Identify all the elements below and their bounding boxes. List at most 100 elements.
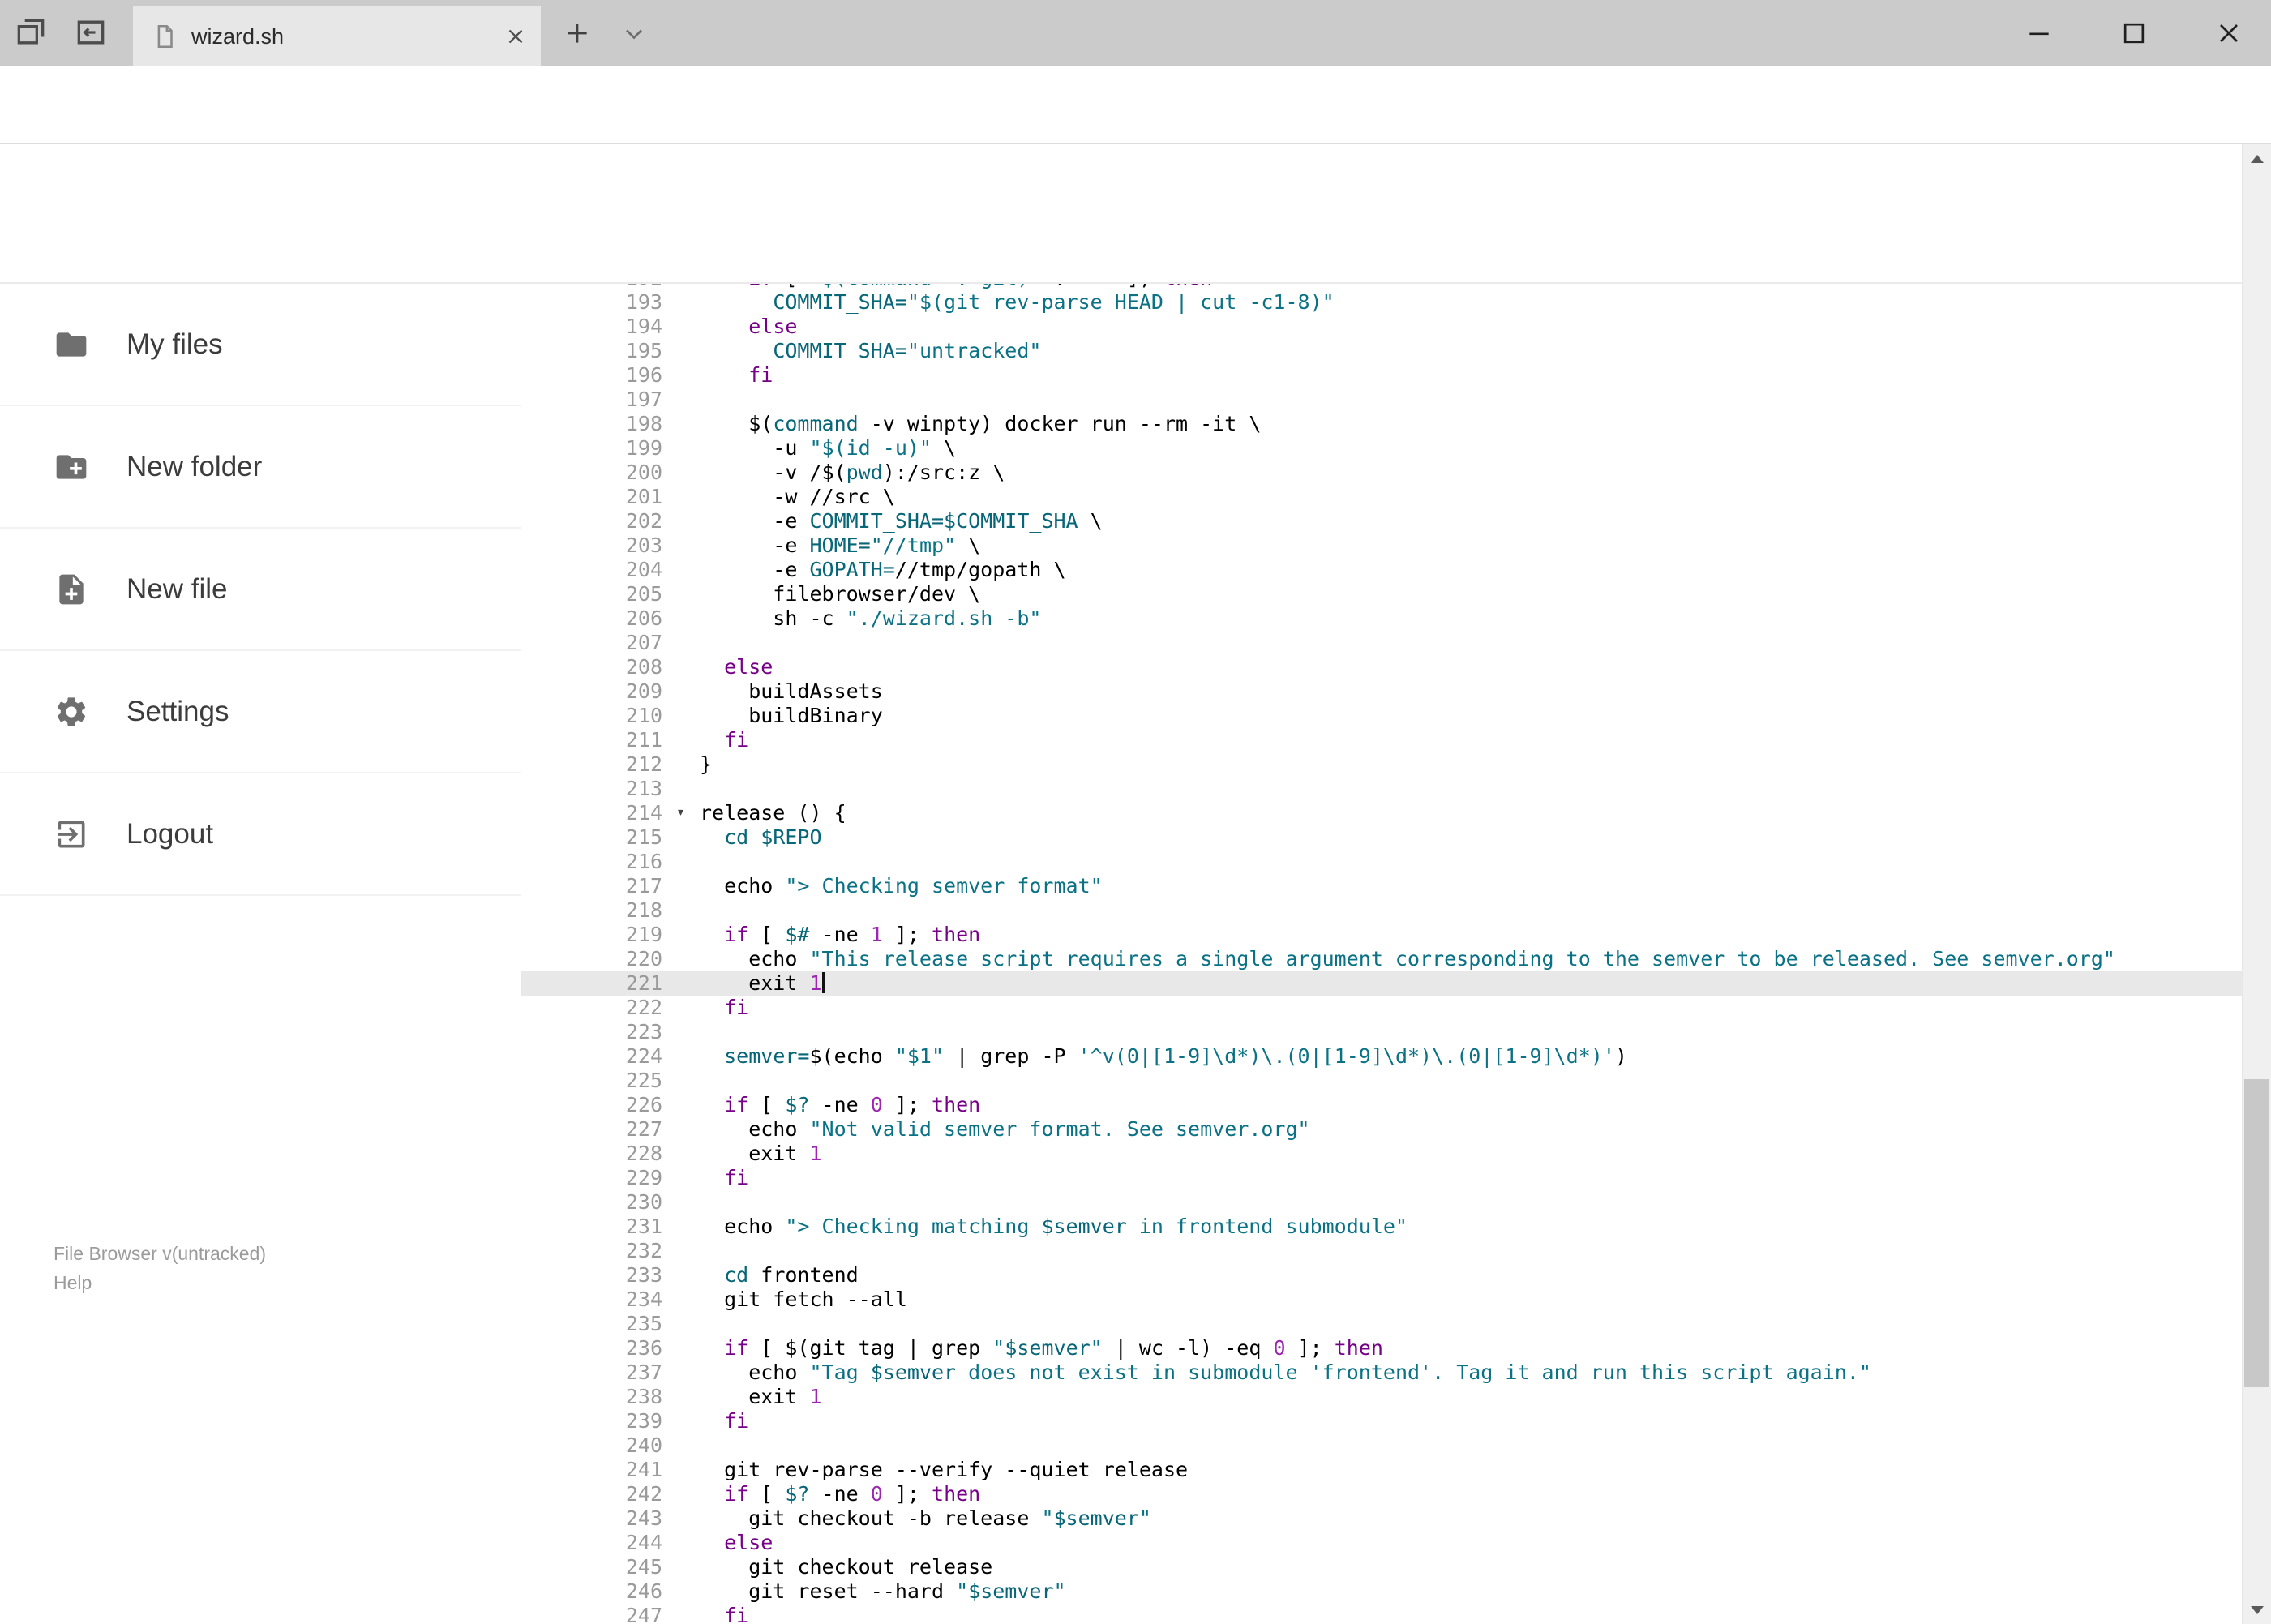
code-line[interactable]: 223 — [521, 1020, 2243, 1044]
code-text: } — [700, 752, 713, 776]
code-line[interactable]: 209 buildAssets — [521, 679, 2243, 704]
maximize-button[interactable] — [2096, 0, 2172, 66]
code-line[interactable]: 229 fi — [521, 1166, 2243, 1190]
line-number: 240 — [625, 1433, 662, 1457]
code-line[interactable]: 211 fi — [521, 728, 2243, 752]
close-window-button[interactable] — [2191, 0, 2267, 66]
code-line[interactable]: 242 if [ $? -ne 0 ]; then — [521, 1482, 2243, 1506]
code-line[interactable]: 221 exit 1 — [521, 971, 2243, 996]
code-line[interactable]: 231 echo "> Checking matching $semver in… — [521, 1215, 2243, 1239]
code-line[interactable]: 210 buildBinary — [521, 704, 2243, 728]
sidebar-item-my-files[interactable]: My files — [0, 284, 521, 406]
code-line[interactable]: 230 — [521, 1190, 2243, 1215]
code-line[interactable]: 197 — [521, 388, 2243, 412]
code-line[interactable]: 194 else — [521, 315, 2243, 339]
code-line[interactable]: 227 echo "Not valid semver format. See s… — [521, 1117, 2243, 1142]
code-line[interactable]: 202 -e COMMIT_SHA=$COMMIT_SHA \ — [521, 509, 2243, 533]
line-number: 224 — [625, 1044, 662, 1068]
sidebar-item-new-file[interactable]: New file — [0, 529, 521, 651]
code-line[interactable]: 204 -e GOPATH=//tmp/gopath \ — [521, 558, 2243, 582]
code-line[interactable]: 232 — [521, 1239, 2243, 1263]
code-line[interactable]: 218 — [521, 898, 2243, 923]
sidebar-item-logout[interactable]: Logout — [0, 773, 521, 896]
scroll-thumb[interactable] — [2244, 1079, 2269, 1387]
code-line[interactable]: 208 else — [521, 655, 2243, 679]
code-line[interactable]: 235 — [521, 1312, 2243, 1336]
code-text: filebrowser/dev \ — [700, 582, 981, 606]
line-number: 247 — [625, 1604, 662, 1624]
tab-close-button[interactable] — [503, 24, 528, 49]
code-line[interactable]: 198 $(command -v winpty) docker run --rm… — [521, 412, 2243, 436]
line-number: 239 — [625, 1409, 662, 1433]
code-line[interactable]: 195 COMMIT_SHA="untracked" — [521, 339, 2243, 363]
code-line[interactable]: 215 cd $REPO — [521, 825, 2243, 850]
line-number: 220 — [625, 947, 662, 971]
help-link[interactable]: Help — [54, 1268, 266, 1297]
code-line[interactable]: 214 ▾ release () { — [521, 801, 2243, 825]
scrollbar[interactable] — [2242, 144, 2271, 1624]
code-text: else — [724, 1531, 773, 1554]
code-line[interactable]: 193 COMMIT_SHA="$(git rev-parse HEAD | c… — [521, 290, 2243, 315]
line-number: 233 — [625, 1263, 662, 1287]
code-line[interactable]: 213 — [521, 777, 2243, 801]
code-line[interactable]: 246 git reset --hard "$semver" — [521, 1579, 2243, 1604]
line-number: 199 — [625, 436, 662, 460]
code-line[interactable]: 228 exit 1 — [521, 1142, 2243, 1166]
down-arrow-icon — [2250, 1605, 2264, 1614]
code-line[interactable]: 241 git rev-parse --verify --quiet relea… — [521, 1458, 2243, 1482]
code-line[interactable]: 199 -u "$(id -u)" \ — [521, 436, 2243, 461]
code-line[interactable]: 243 git checkout -b release "$semver" — [521, 1506, 2243, 1531]
code-line[interactable]: 236 if [ $(git tag | grep "$semver" | wc… — [521, 1336, 2243, 1360]
tabs-set-aside-list-button[interactable] — [13, 15, 49, 50]
code-line[interactable]: 238 exit 1 — [521, 1385, 2243, 1409]
code-line[interactable]: 216 — [521, 850, 2243, 874]
code-line[interactable]: 200 -v /$(pwd):/src:z \ — [521, 461, 2243, 485]
code-line[interactable]: 237 echo "Tag $semver does not exist in … — [521, 1360, 2243, 1385]
code-line[interactable]: 233 cd frontend — [521, 1263, 2243, 1288]
code-line[interactable]: 203 -e HOME="//tmp" \ — [521, 533, 2243, 558]
line-number: 229 — [625, 1166, 662, 1189]
new-tab-button[interactable] — [561, 17, 593, 49]
code-line[interactable]: 207 — [521, 631, 2243, 655]
code-line[interactable]: 240 — [521, 1433, 2243, 1458]
code-line[interactable]: 226 if [ $? -ne 0 ]; then — [521, 1093, 2243, 1117]
code-editor[interactable]: 192 if [ "$(command -v git)" != "" ]; th… — [521, 284, 2243, 1624]
browser-tab[interactable]: wizard.sh — [133, 6, 541, 66]
sidebar-item-settings[interactable]: Settings — [0, 651, 521, 773]
scroll-down-button[interactable] — [2243, 1596, 2271, 1624]
scroll-up-button[interactable] — [2243, 144, 2271, 173]
tab-preview-button[interactable] — [619, 19, 649, 49]
close-icon — [2220, 24, 2238, 42]
code-line[interactable]: 201 -w //src \ — [521, 485, 2243, 509]
code-line[interactable]: 220 echo "This release script requires a… — [521, 947, 2243, 971]
line-number: 197 — [625, 388, 662, 411]
code-line[interactable]: 234 git fetch --all — [521, 1288, 2243, 1312]
code-line[interactable]: 196 fi — [521, 363, 2243, 388]
tab-bar: wizard.sh — [0, 0, 2271, 66]
line-number: 215 — [625, 825, 662, 849]
code-line[interactable]: 219 if [ $# -ne 1 ]; then — [521, 923, 2243, 947]
minimize-button[interactable] — [2001, 0, 2077, 66]
code-line[interactable]: 245 git checkout release — [521, 1555, 2243, 1579]
code-line[interactable]: 222 fi — [521, 996, 2243, 1020]
code-line[interactable]: 192 if [ "$(command -v git)" != "" ]; th… — [521, 284, 2243, 290]
line-number: 244 — [625, 1531, 662, 1554]
code-text: echo "Tag $semver does not exist in subm… — [700, 1360, 1871, 1384]
code-line[interactable]: 247 fi — [521, 1604, 2243, 1624]
code-line[interactable]: 224 semver=$(echo "$1" | grep -P '^v(0|[… — [521, 1044, 2243, 1069]
code-line[interactable]: 205 filebrowser/dev \ — [521, 582, 2243, 606]
code-line[interactable]: 244 else — [521, 1531, 2243, 1555]
fold-arrow-icon[interactable]: ▾ — [676, 800, 685, 825]
code-text: semver=$(echo "$1" | grep -P '^v(0|[1-9]… — [724, 1044, 1627, 1068]
line-number: 194 — [625, 315, 662, 338]
sidebar-item-new-folder[interactable]: New folder — [0, 406, 521, 529]
code-line[interactable]: 239 fi — [521, 1409, 2243, 1433]
code-line[interactable]: 212} — [521, 752, 2243, 777]
code-line[interactable]: 206 sh -c "./wizard.sh -b" — [521, 606, 2243, 631]
code-text: -w //src \ — [700, 485, 895, 508]
code-line[interactable]: 225 — [521, 1069, 2243, 1093]
code-line[interactable]: 217 echo "> Checking semver format" — [521, 874, 2243, 898]
set-tabs-aside-button[interactable] — [73, 15, 109, 50]
